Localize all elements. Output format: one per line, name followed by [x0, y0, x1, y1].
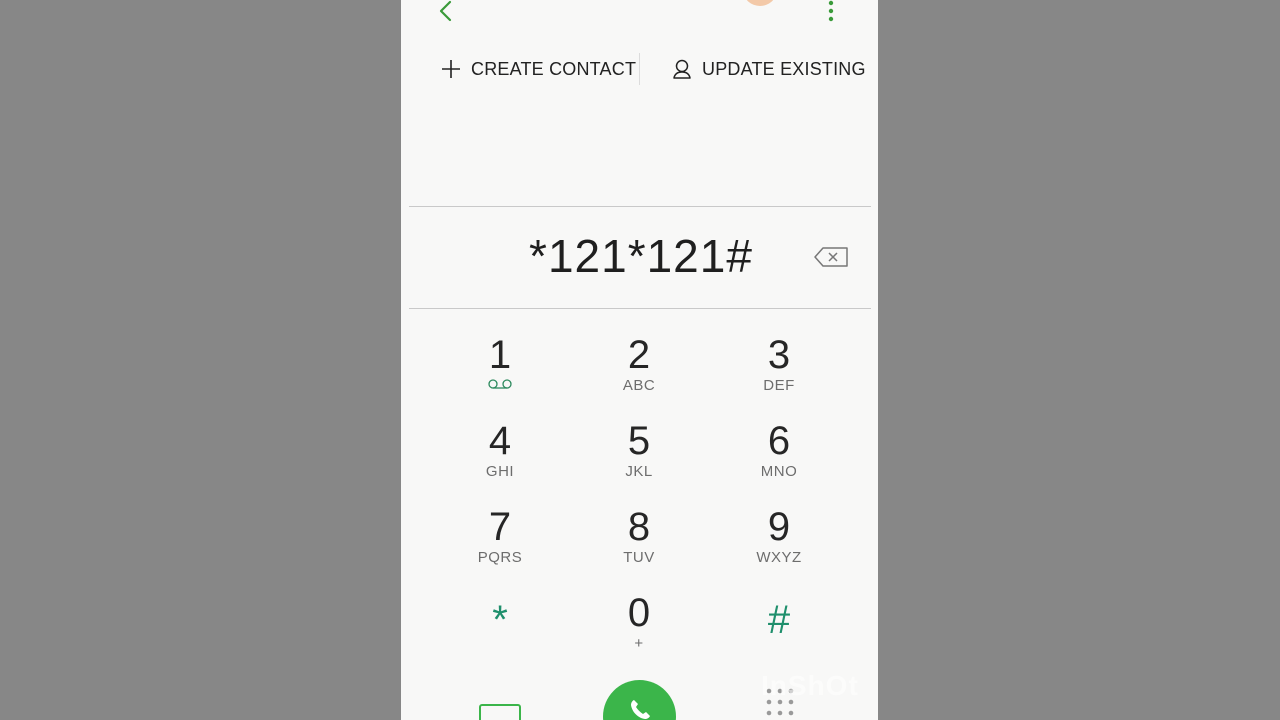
key-0[interactable]: 0 + [579, 591, 699, 669]
key-digit: 0 [627, 591, 651, 635]
key-digit: 1 [488, 333, 512, 377]
key-digit: 7 [488, 505, 512, 549]
divider-top [409, 206, 871, 207]
voicemail-icon [440, 377, 560, 395]
backspace-button[interactable] [813, 244, 851, 270]
key-2[interactable]: 2 ABC [579, 333, 699, 411]
key-letters: ABC [622, 377, 656, 394]
key-digit: 3 [767, 333, 791, 377]
key-digit: # [767, 598, 791, 642]
video-call-button[interactable] [479, 700, 523, 720]
key-digit: 9 [767, 505, 791, 549]
chevron-left-icon [439, 0, 452, 22]
key-letters: + [634, 635, 644, 652]
dialed-number[interactable]: *121*121# [461, 226, 821, 286]
create-contact-button[interactable]: CREATE CONTACT [441, 44, 636, 94]
update-existing-button[interactable]: UPDATE EXISTING [672, 44, 866, 94]
avatar[interactable] [744, 0, 776, 6]
key-letters: MNO [760, 463, 798, 480]
key-digit: 8 [627, 505, 651, 549]
key-letters: PQRS [477, 549, 523, 566]
background-left [0, 0, 401, 720]
key-7[interactable]: 7 PQRS [440, 505, 560, 583]
more-vertical-icon [828, 0, 834, 22]
create-contact-label: CREATE CONTACT [471, 58, 637, 79]
back-button[interactable] [431, 0, 461, 26]
key-digit: 6 [767, 419, 791, 463]
key-6[interactable]: 6 MNO [719, 419, 839, 497]
person-icon [673, 59, 691, 79]
divider [639, 53, 640, 85]
key-5[interactable]: 5 JKL [579, 419, 699, 497]
key-3[interactable]: 3 DEF [719, 333, 839, 411]
divider-bottom [409, 308, 871, 309]
key-letters: DEF [763, 377, 795, 394]
contact-actions-row: CREATE CONTACT UPDATE EXISTING [401, 44, 878, 94]
key-star[interactable]: * [440, 598, 560, 676]
key-1[interactable]: 1 [440, 333, 560, 411]
key-4[interactable]: 4 GHI [440, 419, 560, 497]
background-right [878, 0, 1280, 720]
watermark: InShOt [761, 670, 859, 701]
key-letters: GHI [485, 463, 515, 480]
backspace-icon [814, 247, 848, 267]
phone-icon [630, 700, 650, 719]
key-digit: 2 [627, 333, 651, 377]
key-8[interactable]: 8 TUV [579, 505, 699, 583]
call-button[interactable] [603, 680, 676, 720]
key-9[interactable]: 9 WXYZ [719, 505, 839, 583]
key-digit: 5 [627, 419, 651, 463]
key-letters: WXYZ [756, 549, 802, 566]
video-call-icon [479, 704, 521, 720]
key-letters: JKL [625, 463, 653, 480]
key-digit: * [492, 598, 508, 642]
key-hash[interactable]: # [719, 598, 839, 676]
update-existing-label: UPDATE EXISTING [702, 58, 866, 79]
key-digit: 4 [488, 419, 512, 463]
plus-icon [442, 60, 460, 78]
more-options-button[interactable] [821, 0, 841, 26]
key-letters: TUV [623, 549, 655, 566]
phone-screen: CREATE CONTACT UPDATE EXISTING *121*121#… [401, 0, 878, 720]
